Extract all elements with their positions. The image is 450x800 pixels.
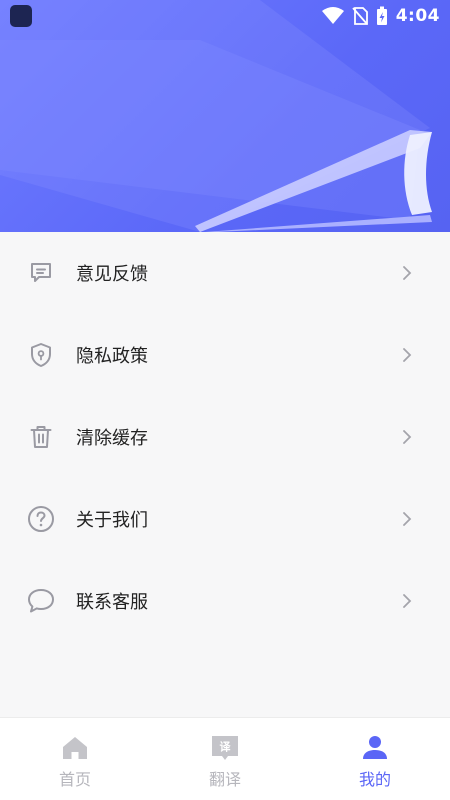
menu-item-about-us[interactable]: 关于我们	[0, 478, 450, 560]
settings-menu: 意见反馈 隐私政策 清除缓存 关于我们 联系客服	[0, 232, 450, 642]
menu-item-feedback[interactable]: 意见反馈	[0, 232, 450, 314]
chevron-right-icon	[403, 594, 412, 608]
tab-profile[interactable]: 我的	[300, 718, 450, 800]
book-illustration	[0, 0, 432, 232]
tab-home[interactable]: 首页	[0, 718, 150, 800]
status-time: 4:04	[395, 6, 440, 26]
tab-translate[interactable]: 译 翻译	[150, 718, 300, 800]
menu-item-contact-support[interactable]: 联系客服	[0, 560, 450, 642]
menu-item-label: 隐私政策	[76, 346, 148, 367]
feedback-icon	[26, 258, 56, 288]
chevron-right-icon	[403, 430, 412, 444]
translate-icon: 译	[212, 736, 238, 760]
no-sim-icon	[352, 7, 368, 25]
menu-item-clear-cache[interactable]: 清除缓存	[0, 396, 450, 478]
question-icon	[26, 504, 56, 534]
chevron-right-icon	[403, 512, 412, 526]
translate-glyph: 译	[220, 741, 232, 754]
chat-icon	[26, 586, 56, 616]
chevron-right-icon	[403, 266, 412, 280]
trash-icon	[26, 422, 56, 452]
profile-icon	[363, 736, 387, 759]
chevron-right-icon	[403, 348, 412, 362]
status-bar: 4:04	[0, 0, 450, 32]
menu-item-privacy-policy[interactable]: 隐私政策	[0, 314, 450, 396]
battery-charging-icon	[376, 6, 387, 25]
tab-label: 我的	[358, 770, 391, 789]
tab-label: 首页	[58, 770, 91, 789]
menu-item-label: 联系客服	[76, 592, 148, 613]
home-icon	[63, 737, 87, 759]
shield-icon	[26, 340, 56, 370]
menu-item-label: 意见反馈	[76, 264, 148, 285]
wifi-icon	[321, 7, 344, 24]
menu-item-label: 关于我们	[76, 510, 148, 531]
profile-header-banner: 4:04	[0, 0, 450, 232]
app-notification-icon	[10, 5, 32, 27]
tab-label: 翻译	[208, 770, 241, 789]
bottom-tab-bar: 首页 译 翻译 我的	[0, 717, 450, 800]
menu-item-label: 清除缓存	[76, 428, 148, 449]
